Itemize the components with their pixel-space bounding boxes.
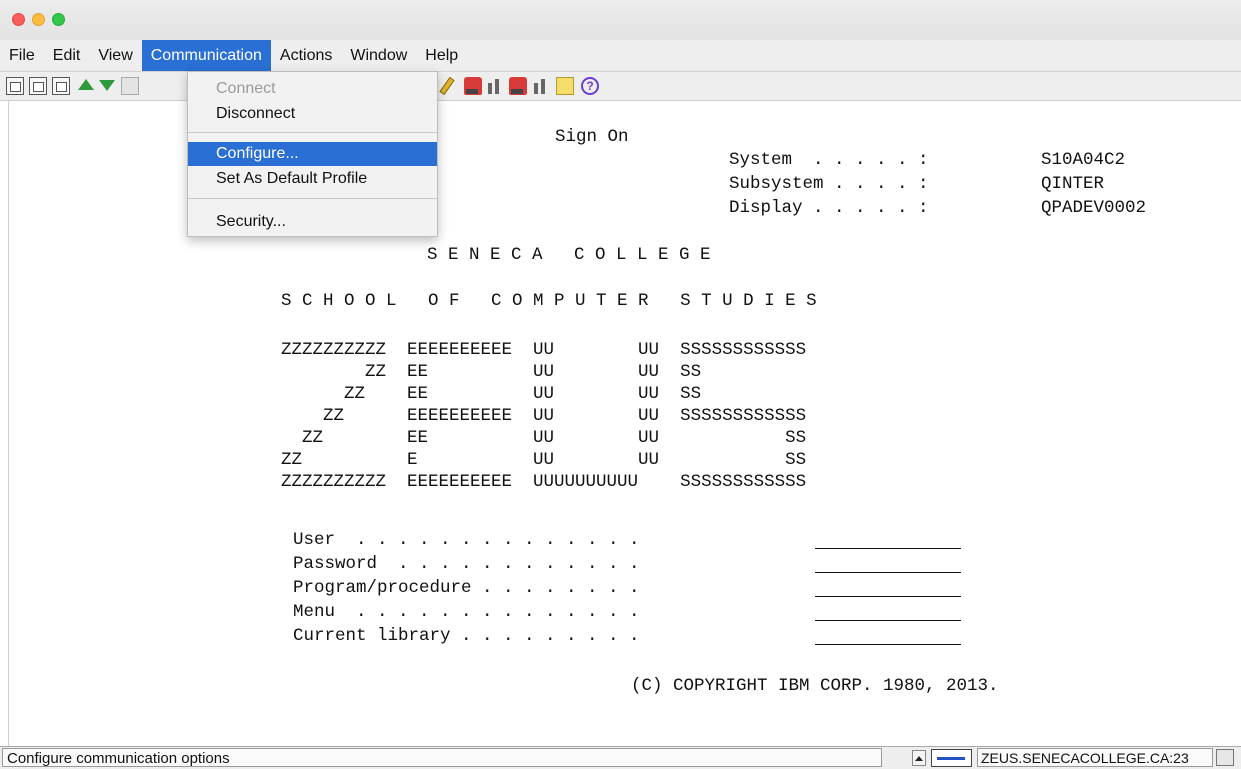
current-library-label: Current library . . . . . . . . .	[293, 626, 640, 646]
print-screen-icon[interactable]	[6, 77, 24, 95]
security-menu-item[interactable]: Security...	[188, 210, 437, 234]
banner-college: S E N E C A C O L L E G E	[427, 245, 711, 265]
art-line: ZZ EEEEEEEEEE UU UU SSSSSSSSSSSS	[281, 406, 807, 426]
art-line: ZZ EE UU UU SS	[281, 428, 807, 448]
menu-actions[interactable]: Actions	[271, 40, 341, 71]
art-line: ZZ EE UU UU SS	[281, 362, 702, 382]
communication-menu: Connect Disconnect Configure... Set As D…	[187, 71, 438, 237]
status-scroll-up-icon[interactable]	[912, 750, 926, 766]
current-library-input[interactable]	[815, 644, 961, 645]
record-macro-icon[interactable]	[464, 77, 482, 95]
menu-label: Menu . . . . . . . . . . . . . .	[293, 602, 640, 622]
menu-view[interactable]: View	[89, 40, 141, 71]
menubar: File Edit View Communication Actions Win…	[0, 40, 1241, 72]
menu-communication[interactable]: Communication	[141, 40, 271, 71]
receive-file-icon[interactable]	[99, 80, 115, 91]
status-message: Configure communication options	[2, 748, 882, 767]
program-procedure-input[interactable]	[815, 596, 961, 597]
configure-menu-item[interactable]: Configure...	[188, 142, 437, 166]
art-line: ZZ EE UU UU SS	[281, 384, 702, 404]
pause-macro-icon[interactable]	[532, 77, 550, 95]
macro-icon[interactable]	[439, 76, 455, 96]
menu-separator	[188, 132, 437, 133]
menu-window[interactable]: Window	[341, 40, 416, 71]
display-label: Display . . . . . :	[729, 198, 929, 218]
connect-menu-item[interactable]: Connect	[188, 77, 437, 101]
disconnect-menu-item[interactable]: Disconnect	[188, 102, 437, 126]
close-window-button[interactable]	[12, 13, 25, 26]
system-label: System . . . . . :	[729, 150, 929, 170]
menu-input[interactable]	[815, 620, 961, 621]
window-titlebar	[0, 0, 1241, 41]
password-input[interactable]	[815, 572, 961, 573]
system-value: S10A04C2	[1041, 150, 1126, 170]
status-bar: Configure communication options ZEUS.SEN…	[0, 746, 1241, 769]
user-label: User . . . . . . . . . . . . . .	[293, 530, 640, 550]
menu-file[interactable]: File	[0, 40, 44, 71]
art-line: ZZZZZZZZZZ EEEEEEEEEE UU UU SSSSSSSSSSSS	[281, 340, 807, 360]
program-procedure-label: Program/procedure . . . . . . . .	[293, 578, 640, 598]
art-line: ZZ E UU UU SS	[281, 450, 807, 470]
art-line: ZZZZZZZZZZ EEEEEEEEEE UUUUUUUUUU SSSSSSS…	[281, 472, 807, 492]
display-icon[interactable]	[121, 77, 139, 95]
resize-grip-icon[interactable]	[1216, 749, 1234, 766]
password-label: Password . . . . . . . . . . . .	[293, 554, 640, 574]
connection-status-icon	[931, 749, 972, 767]
copy-icon[interactable]	[29, 77, 47, 95]
menu-help[interactable]: Help	[416, 40, 467, 71]
send-file-icon[interactable]	[78, 79, 94, 90]
paste-icon[interactable]	[52, 77, 70, 95]
banner-school: S C H O O L O F C O M P U T E R S T U D …	[281, 291, 817, 311]
help-icon[interactable]: ?	[581, 77, 599, 95]
play-macro-icon[interactable]	[509, 77, 527, 95]
menu-edit[interactable]: Edit	[44, 40, 90, 71]
copyright: (C) COPYRIGHT IBM CORP. 1980, 2013.	[631, 676, 999, 696]
display-value: QPADEV0002	[1041, 198, 1147, 218]
subsystem-value: QINTER	[1041, 174, 1105, 194]
stop-macro-icon[interactable]	[486, 77, 504, 95]
subsystem-label: Subsystem . . . . :	[729, 174, 929, 194]
host-address: ZEUS.SENECACOLLEGE.CA:23	[977, 748, 1213, 767]
set-default-profile-menu-item[interactable]: Set As Default Profile	[188, 167, 437, 191]
menu-separator	[188, 198, 437, 199]
user-input[interactable]	[815, 548, 961, 549]
notes-icon[interactable]	[556, 77, 574, 95]
screen-title: Sign On	[555, 127, 629, 147]
zoom-window-button[interactable]	[52, 13, 65, 26]
minimize-window-button[interactable]	[32, 13, 45, 26]
